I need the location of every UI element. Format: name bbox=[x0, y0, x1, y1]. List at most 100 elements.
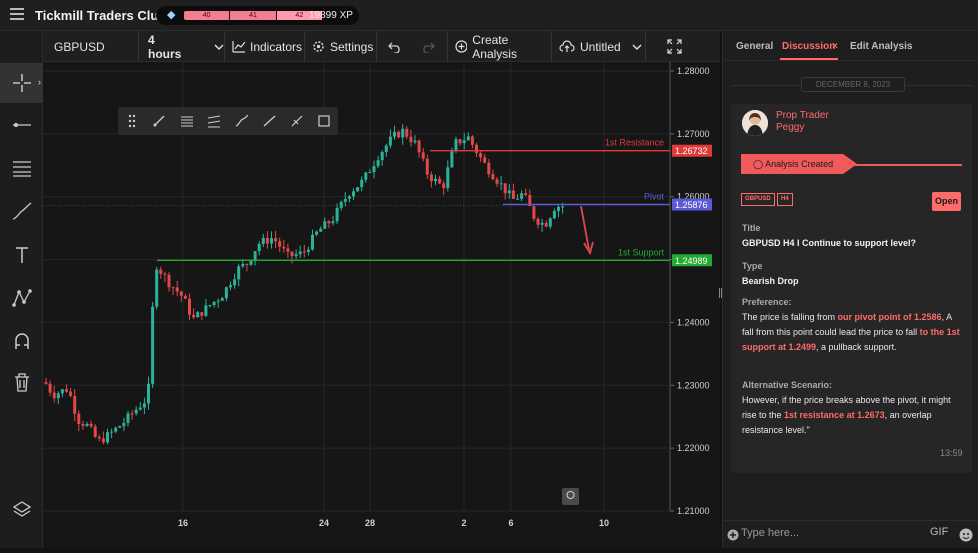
banner-line bbox=[855, 164, 962, 166]
candle-body bbox=[409, 136, 413, 143]
price-tick-label: 1.24000 bbox=[677, 317, 710, 327]
candle-body bbox=[282, 246, 286, 249]
candle-body bbox=[442, 183, 446, 189]
message-input[interactable]: Type here... bbox=[741, 527, 799, 539]
candle-body bbox=[364, 172, 368, 180]
candle-body bbox=[286, 248, 290, 252]
candle-body bbox=[429, 174, 433, 182]
candle-body bbox=[384, 145, 388, 153]
pattern-tool[interactable] bbox=[0, 278, 43, 318]
price-tick-label: 1.23000 bbox=[677, 380, 710, 390]
candle-body bbox=[388, 136, 392, 146]
candle-body bbox=[208, 305, 212, 307]
symbol-tag: GBPUSD bbox=[741, 193, 775, 206]
ray-icon[interactable] bbox=[256, 114, 284, 128]
undo-button[interactable] bbox=[380, 31, 410, 62]
open-button[interactable]: Open bbox=[932, 192, 961, 211]
rectangle-icon[interactable] bbox=[311, 114, 339, 128]
indicators-button[interactable]: Indicators bbox=[224, 31, 304, 62]
gear-icon bbox=[313, 41, 324, 52]
drag-handle-icon[interactable] bbox=[118, 114, 146, 128]
redo-icon bbox=[423, 42, 435, 53]
author-name[interactable]: Peggy bbox=[776, 122, 804, 133]
brand-title: Tickmill Traders Club bbox=[35, 8, 167, 23]
redo-button[interactable] bbox=[413, 31, 443, 62]
candle-body bbox=[438, 178, 442, 184]
settings-label: Settings bbox=[330, 39, 374, 54]
candle-body bbox=[65, 389, 68, 392]
candle-body bbox=[499, 183, 503, 185]
xp-widget[interactable]: ◆ 40 41 42 19899 XP bbox=[156, 6, 359, 25]
candle-body bbox=[81, 423, 85, 426]
candle-body bbox=[212, 301, 216, 306]
candle-body bbox=[73, 396, 77, 414]
tab-discussion[interactable]: Discussion bbox=[782, 41, 835, 52]
horizontal-lines-icon[interactable] bbox=[173, 114, 201, 128]
close-icon[interactable]: × bbox=[832, 41, 838, 52]
timeframe-selector[interactable]: 4 hours bbox=[140, 31, 224, 62]
preference-label: Preference: bbox=[742, 297, 792, 307]
author-role[interactable]: Prop Trader bbox=[776, 110, 829, 121]
symbol-selector[interactable]: GBPUSD bbox=[46, 31, 138, 62]
candle-body bbox=[466, 136, 470, 141]
menu-icon[interactable] bbox=[10, 8, 24, 20]
cloud-upload-icon bbox=[559, 40, 575, 52]
candle-body bbox=[331, 221, 335, 224]
fib-tool[interactable] bbox=[0, 148, 43, 188]
candle-body bbox=[138, 407, 142, 410]
candle-body bbox=[249, 260, 253, 265]
resistance-label: 1st Resistance bbox=[605, 138, 664, 148]
candle-body bbox=[171, 287, 175, 289]
channel-icon[interactable] bbox=[201, 114, 229, 128]
drawing-tools-sidebar: › bbox=[0, 31, 43, 548]
crosshair-tool[interactable]: › bbox=[0, 63, 43, 103]
tab-general[interactable]: General bbox=[736, 41, 773, 52]
candle-body bbox=[507, 190, 511, 194]
candle-body bbox=[106, 432, 109, 443]
candle-body bbox=[101, 438, 105, 443]
layers-tool[interactable] bbox=[0, 490, 43, 530]
time-tick-label: 6 bbox=[508, 518, 513, 528]
chevron-down-icon bbox=[214, 43, 224, 50]
line-tool[interactable] bbox=[0, 105, 43, 145]
symbol-label: GBPUSD bbox=[54, 39, 105, 54]
candle-body bbox=[183, 295, 187, 299]
tab-edit-analysis[interactable]: Edit Analysis bbox=[850, 41, 912, 52]
trend-line-icon[interactable] bbox=[146, 114, 174, 128]
plus-circle-icon[interactable] bbox=[727, 529, 739, 541]
candle-body bbox=[114, 427, 118, 432]
candle-body bbox=[372, 166, 376, 173]
fullscreen-button[interactable] bbox=[659, 31, 699, 62]
candle-body bbox=[56, 393, 60, 399]
candle-body bbox=[52, 392, 56, 399]
emoji-icon[interactable] bbox=[959, 528, 973, 542]
candle-body bbox=[200, 312, 204, 316]
candle-body bbox=[450, 151, 454, 168]
chevron-right-icon[interactable]: › bbox=[38, 77, 41, 87]
xp-level: 40 bbox=[184, 11, 231, 20]
candle-body bbox=[544, 222, 548, 227]
candle-body bbox=[77, 413, 81, 424]
message-time: 13:59 bbox=[940, 448, 963, 458]
price-tick-label: 1.27000 bbox=[677, 129, 710, 139]
price-tick-label: 1.28000 bbox=[677, 66, 710, 76]
magnet-tool[interactable] bbox=[0, 321, 43, 361]
candle-body bbox=[142, 403, 146, 408]
candle-body bbox=[315, 231, 319, 235]
layout-selector[interactable]: Untitled bbox=[551, 31, 645, 62]
indicators-label: Indicators bbox=[250, 39, 303, 54]
delete-tool[interactable] bbox=[0, 362, 43, 402]
create-analysis-button[interactable]: Create Analysis bbox=[447, 31, 551, 62]
candle-body bbox=[458, 139, 462, 144]
measure-icon[interactable] bbox=[283, 114, 311, 128]
gif-button[interactable]: GIF bbox=[930, 526, 948, 538]
text-tool[interactable] bbox=[0, 235, 43, 275]
curve-icon[interactable] bbox=[228, 114, 256, 128]
settings-button[interactable]: Settings bbox=[304, 31, 376, 62]
active-tab-indicator bbox=[780, 58, 838, 60]
pivot-label: Pivot bbox=[644, 192, 665, 202]
candle-body bbox=[294, 254, 298, 257]
candle-body bbox=[134, 409, 138, 414]
brush-tool[interactable] bbox=[0, 192, 43, 232]
candle-body bbox=[175, 287, 179, 292]
